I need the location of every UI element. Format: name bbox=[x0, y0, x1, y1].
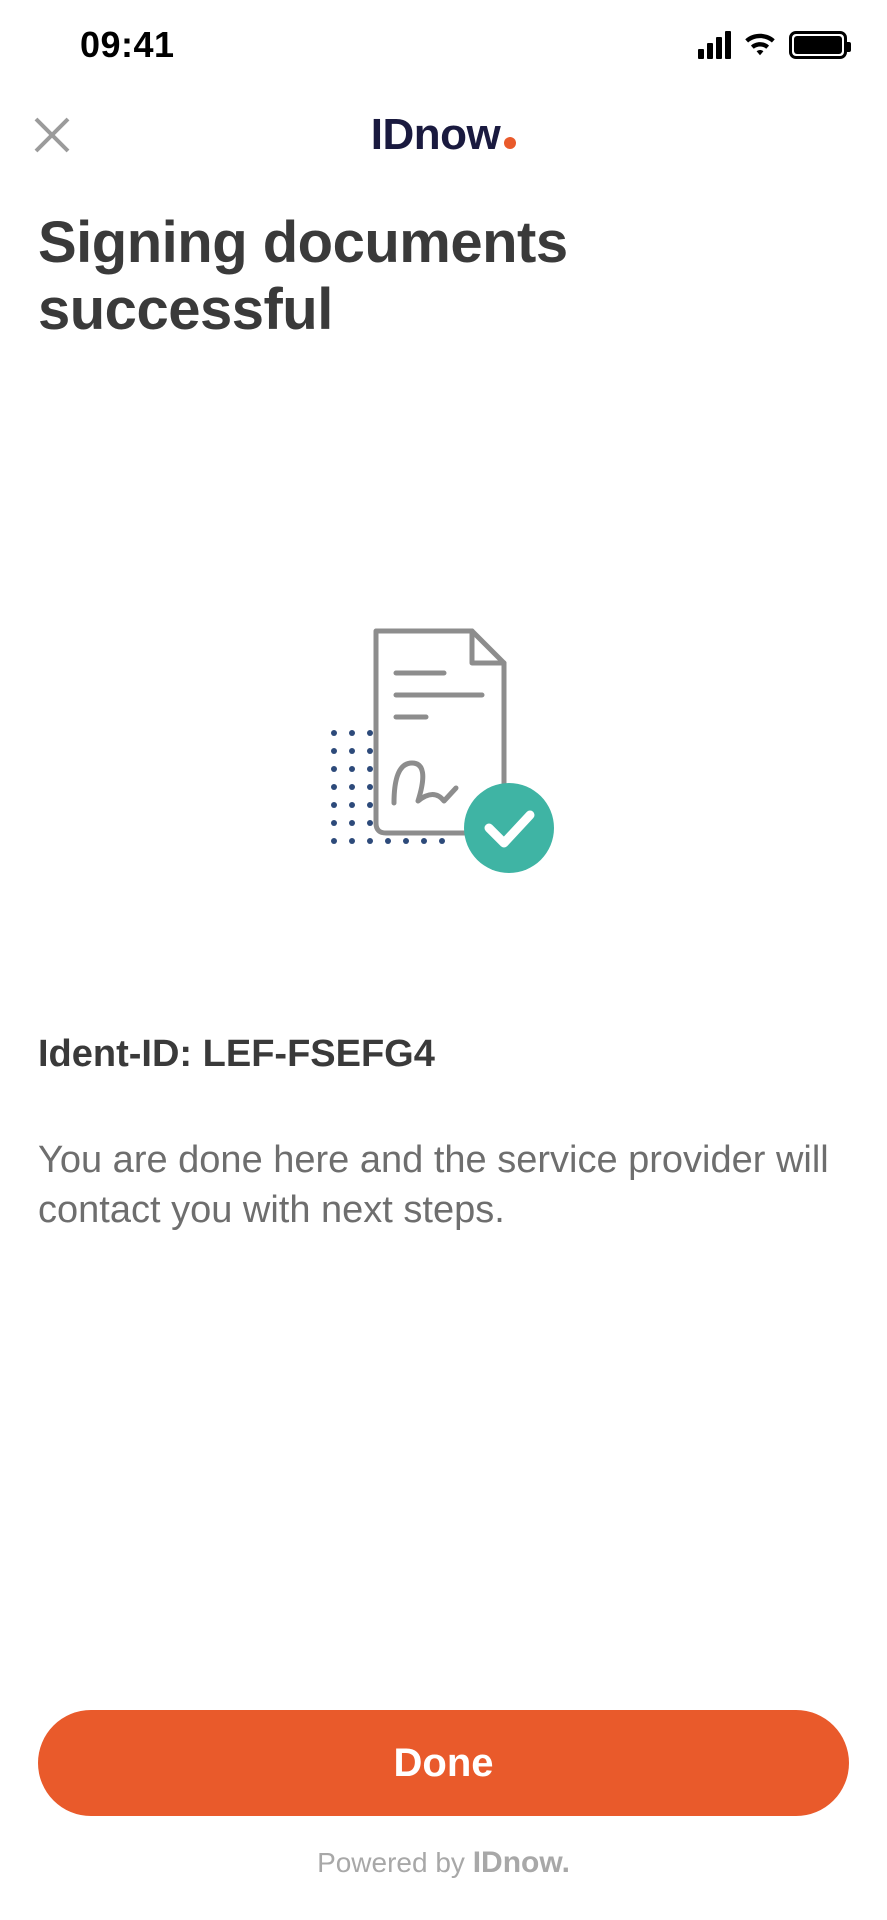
body-text: You are done here and the service provid… bbox=[0, 1076, 887, 1235]
page-title: Signing documents successful bbox=[0, 180, 887, 343]
wifi-icon bbox=[743, 32, 777, 58]
status-time: 09:41 bbox=[80, 24, 175, 66]
close-button[interactable] bbox=[28, 111, 76, 159]
footer-brand: IDnow bbox=[473, 1846, 562, 1879]
ident-id-row: Ident-ID: LEF-FSEFG4 bbox=[0, 1033, 887, 1076]
idnow-logo: IDnow bbox=[371, 110, 516, 160]
battery-icon bbox=[789, 31, 847, 59]
powered-by-footer: Powered by IDnow. bbox=[0, 1846, 887, 1920]
powered-by-label: Powered by bbox=[317, 1847, 465, 1878]
app-header: IDnow bbox=[0, 90, 887, 180]
close-icon bbox=[30, 113, 74, 157]
logo-text: IDnow bbox=[371, 110, 500, 160]
status-bar: 09:41 bbox=[0, 0, 887, 90]
done-button[interactable]: Done bbox=[38, 1710, 849, 1816]
logo-dot-icon bbox=[504, 137, 516, 149]
status-indicators bbox=[698, 31, 847, 59]
ident-id-value: LEF-FSEFG4 bbox=[203, 1033, 435, 1075]
ident-id-label: Ident-ID: bbox=[38, 1033, 192, 1075]
signed-document-icon bbox=[314, 623, 574, 883]
footer-brand-dot-icon: . bbox=[562, 1846, 570, 1879]
illustration-container bbox=[0, 343, 887, 1033]
cellular-signal-icon bbox=[698, 31, 731, 59]
